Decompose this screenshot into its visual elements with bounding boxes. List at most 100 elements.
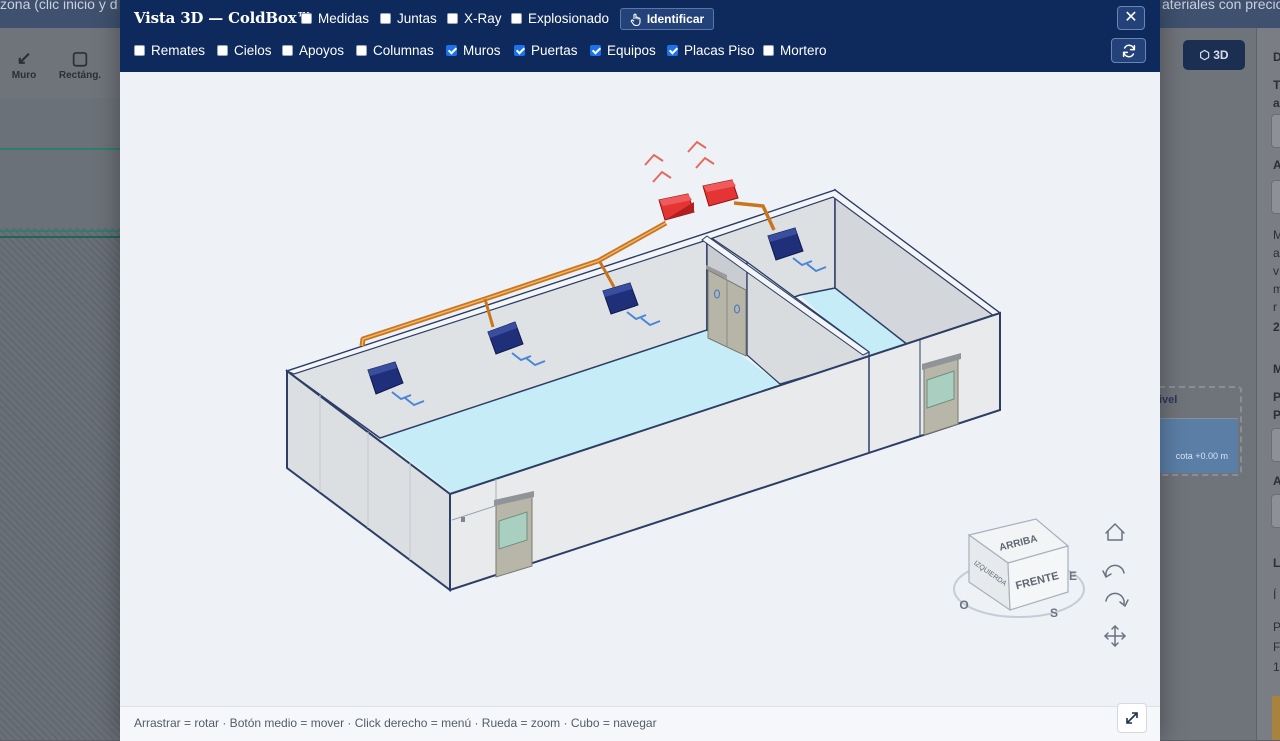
toggle-remates-label: Remates xyxy=(151,43,206,58)
tool-rectangulo[interactable]: ▢ Rectáng. xyxy=(50,48,110,81)
checkbox-explosionado[interactable] xyxy=(511,13,522,24)
cota-label: cota +0.00 m xyxy=(1175,451,1228,461)
identify-button-label: Identificar xyxy=(646,12,705,26)
toggle-juntas-label: Juntas xyxy=(397,11,437,26)
rotate-left-icon[interactable] xyxy=(1102,564,1125,578)
panel-char: 1 xyxy=(1273,660,1280,674)
panel-input[interactable] xyxy=(1271,494,1280,528)
refresh-icon xyxy=(1122,44,1135,58)
door-handle xyxy=(461,517,465,522)
toggle-puertas[interactable]: Puertas xyxy=(514,43,578,58)
rectangle-tool-icon: ▢ xyxy=(71,48,89,68)
checkbox-equipos[interactable] xyxy=(590,45,601,56)
nivel-label: ivel xyxy=(1159,394,1178,406)
wall-tool-icon: ↙ xyxy=(16,48,32,68)
toggle-cielos[interactable]: Cielos xyxy=(217,43,272,58)
checkbox-remates[interactable] xyxy=(134,45,145,56)
panel-input[interactable] xyxy=(1271,428,1280,462)
close-icon: ✕ xyxy=(1124,9,1138,26)
controls-hint: Arrastrar = rotar · Botón medio = mover … xyxy=(134,716,657,730)
expand-button[interactable] xyxy=(1117,703,1147,733)
plan-line xyxy=(0,236,120,238)
panel-char: L xyxy=(1273,556,1280,570)
coldroom-3d-scene[interactable]: ARRIBA FRENTE IZQUIERDA E O S xyxy=(120,72,1160,706)
plan-line xyxy=(0,148,120,150)
panel-char: Í xyxy=(1273,588,1277,602)
toggle-equipos-label: Equipos xyxy=(607,43,656,58)
toggle-xray-label: X-Ray xyxy=(464,11,502,26)
compass-south: S xyxy=(1050,606,1058,620)
checkbox-juntas[interactable] xyxy=(380,13,391,24)
toggle-explosionado[interactable]: Explosionado xyxy=(511,11,609,26)
toggle-muros[interactable]: Muros xyxy=(446,43,501,58)
compass-west: O xyxy=(959,598,968,612)
refresh-button[interactable] xyxy=(1111,38,1146,63)
plan-line xyxy=(0,230,120,232)
panel-char: M xyxy=(1273,228,1280,242)
toggle-juntas[interactable]: Juntas xyxy=(380,11,437,26)
panel-input[interactable] xyxy=(1271,180,1280,214)
toggle-apoyos-label: Apoyos xyxy=(299,43,345,58)
panel-char: A xyxy=(1273,474,1280,488)
panel-char: M xyxy=(1273,362,1280,376)
panel-input[interactable] xyxy=(1271,114,1280,148)
toggle-muros-label: Muros xyxy=(463,43,501,58)
panel-accent-button[interactable] xyxy=(1272,696,1280,740)
toggle-apoyos[interactable]: Apoyos xyxy=(282,43,344,58)
topbar-hint-left: zona (clic inicio y d xyxy=(0,0,118,12)
checkbox-mortero[interactable] xyxy=(763,45,774,56)
panel-char: r xyxy=(1273,300,1277,314)
compass-east: E xyxy=(1069,569,1077,583)
toggle-columnas[interactable]: Columnas xyxy=(356,43,434,58)
navigation-cube[interactable]: ARRIBA FRENTE IZQUIERDA E O S xyxy=(953,518,1085,620)
panel-char: m xyxy=(1273,282,1280,296)
checkbox-cielos[interactable] xyxy=(217,45,228,56)
3d-viewport[interactable]: ARRIBA FRENTE IZQUIERDA E O S xyxy=(120,72,1160,706)
heat-discharge-arrows xyxy=(644,140,715,183)
toggle-remates[interactable]: Remates xyxy=(134,43,205,58)
view-3d-modal: Vista 3D — ColdBox™ Medidas Juntas X-Ray… xyxy=(120,0,1160,741)
checkbox-medidas[interactable] xyxy=(301,13,312,24)
condenser-unit-1[interactable] xyxy=(658,193,695,221)
tool-muro[interactable]: ↙ Muro xyxy=(0,48,54,81)
panel-char: P xyxy=(1273,620,1280,634)
checkbox-columnas[interactable] xyxy=(356,45,367,56)
toggle-xray[interactable]: X-Ray xyxy=(447,11,502,26)
panel-char: P xyxy=(1273,390,1280,404)
hand-pointer-icon xyxy=(630,13,641,26)
panel-char: 2 xyxy=(1273,320,1280,334)
panel-char: T xyxy=(1273,78,1280,92)
modal-title: Vista 3D — ColdBox™ xyxy=(134,9,312,27)
view-3d-button[interactable]: ⬡ 3D xyxy=(1183,40,1245,70)
nivel-card[interactable]: ivel cota +0.00 m xyxy=(1155,386,1242,476)
home-icon[interactable] xyxy=(1105,523,1125,541)
panel-char: v xyxy=(1273,264,1279,278)
pan-arrows-icon[interactable] xyxy=(1104,625,1126,647)
tool-rectangulo-label: Rectáng. xyxy=(58,70,102,81)
panel-char: a xyxy=(1273,96,1280,110)
panel-char: P xyxy=(1273,408,1280,422)
checkbox-xray[interactable] xyxy=(447,13,458,24)
nivel-box: cota +0.00 m xyxy=(1157,418,1238,473)
modal-footer: Arrastrar = rotar · Botón medio = mover … xyxy=(120,703,1160,741)
toggle-medidas-label: Medidas xyxy=(318,11,370,26)
toggle-equipos[interactable]: Equipos xyxy=(590,43,656,58)
identify-button[interactable]: Identificar xyxy=(620,8,714,30)
checkbox-muros[interactable] xyxy=(446,45,457,56)
properties-panel: D T a A M a v m r 2 M P P A L Í P F 1 xyxy=(1256,28,1280,740)
rotate-right-icon[interactable] xyxy=(1105,592,1129,607)
close-button[interactable]: ✕ xyxy=(1117,6,1145,30)
toggle-cielos-label: Cielos xyxy=(234,43,272,58)
checkbox-apoyos[interactable] xyxy=(282,45,293,56)
checkbox-placas-piso[interactable] xyxy=(667,45,678,56)
toggle-mortero[interactable]: Mortero xyxy=(763,43,827,58)
panel-char: a xyxy=(1273,246,1280,260)
toggle-medidas[interactable]: Medidas xyxy=(301,11,369,26)
expand-icon xyxy=(1126,712,1138,724)
topbar-hint-right: ateriales con precio xyxy=(1162,0,1280,12)
toggle-placas-piso[interactable]: Placas Piso xyxy=(667,43,755,58)
condenser-unit-2[interactable] xyxy=(702,179,739,207)
checkbox-puertas[interactable] xyxy=(514,45,525,56)
toggle-explosionado-label: Explosionado xyxy=(528,11,610,26)
toggle-mortero-label: Mortero xyxy=(780,43,827,58)
